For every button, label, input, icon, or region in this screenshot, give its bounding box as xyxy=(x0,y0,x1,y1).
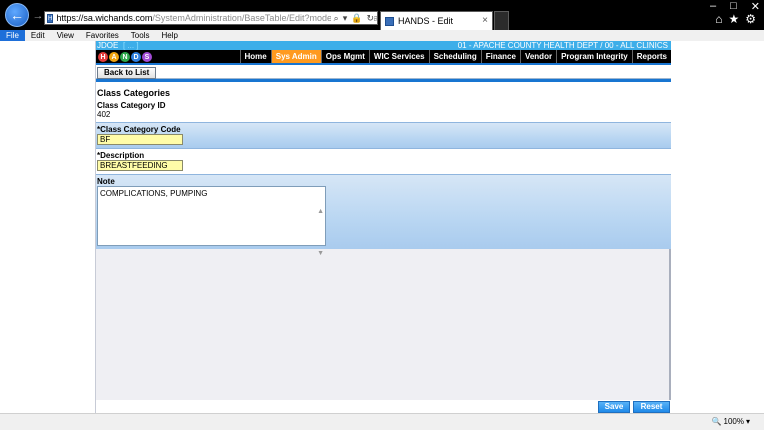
scroll-down-icon[interactable]: ▼ xyxy=(317,233,324,275)
logo-letter: S xyxy=(142,52,152,62)
zoom-control[interactable]: 🔍 100% ▾ xyxy=(712,417,750,426)
description-row: *Description BREASTFEEDING xyxy=(96,148,671,174)
footer-strip xyxy=(96,400,671,413)
clinic-name: 01 - APACHE COUNTY HEALTH DEPT / 00 - AL… xyxy=(457,41,668,50)
zoom-level: 100% xyxy=(723,417,744,426)
nav-home[interactable]: Home xyxy=(239,50,271,63)
page-toolbar: Back to List xyxy=(96,65,671,79)
status-bar: 🔍 100% ▾ xyxy=(0,413,764,430)
favorites-star-icon[interactable]: ★ xyxy=(728,12,739,26)
nav-reports[interactable]: Reports xyxy=(631,50,671,63)
save-button[interactable]: Save xyxy=(598,401,630,413)
new-tab-button[interactable] xyxy=(494,11,509,30)
record-header: Class Categories Class Category ID 402 xyxy=(96,82,671,122)
note-label: Note xyxy=(97,177,115,186)
site-favicon-icon: H xyxy=(47,13,54,23)
lock-icon[interactable]: 🔒 xyxy=(351,13,362,24)
logo-letter: H xyxy=(98,52,108,62)
scroll-up-icon[interactable]: ▲ xyxy=(317,191,324,233)
textarea-scrollbar[interactable]: ▲ ▼ xyxy=(317,191,324,257)
nav-scheduling[interactable]: Scheduling xyxy=(428,50,481,63)
nav-ops-mgmt[interactable]: Ops Mgmt xyxy=(320,50,369,63)
search-icon[interactable]: ⌕ xyxy=(334,13,339,24)
hands-logo: H A N D S xyxy=(98,50,158,64)
dropdown-icon[interactable]: ▾ xyxy=(343,13,348,24)
note-row: Note COMPLICATIONS, PUMPING ▲ ▼ xyxy=(96,174,671,257)
tab-close-icon[interactable]: × xyxy=(482,15,488,26)
class-category-id-label: Class Category ID xyxy=(97,101,166,110)
user-strip: JDOE [ ... ] 01 - APACHE COUNTY HEALTH D… xyxy=(96,41,671,50)
logo-letter: A xyxy=(109,52,119,62)
address-bar[interactable]: H https://sa.wichands.com/SystemAdminist… xyxy=(44,11,378,25)
code-row: *Class Category Code BF xyxy=(96,122,671,148)
menu-bar: File Edit View Favorites Tools Help xyxy=(0,30,764,41)
tab-favicon-icon xyxy=(385,16,394,26)
main-nav: Home Sys Admin Ops Mgmt WIC Services Sch… xyxy=(96,50,671,63)
settings-gear-icon[interactable]: ⚙ xyxy=(745,12,756,26)
zoom-icon: 🔍 xyxy=(711,417,722,426)
app-container: JDOE [ ... ] 01 - APACHE COUNTY HEALTH D… xyxy=(95,41,671,413)
menu-edit[interactable]: Edit xyxy=(25,30,51,41)
chevron-down-icon[interactable]: ▾ xyxy=(746,417,750,426)
browser-chrome: ← → H https://sa.wichands.com/SystemAdmi… xyxy=(0,0,764,30)
nav-vendor[interactable]: Vendor xyxy=(519,50,556,63)
user-links[interactable]: [ ... ] xyxy=(123,41,139,50)
menu-tools[interactable]: Tools xyxy=(125,30,156,41)
refresh-icon[interactable]: ↻ xyxy=(366,13,374,24)
class-category-code-label: *Class Category Code xyxy=(97,125,181,134)
note-textarea[interactable]: COMPLICATIONS, PUMPING ▲ ▼ xyxy=(97,186,326,257)
nav-sys-admin[interactable]: Sys Admin xyxy=(270,50,321,63)
menu-view[interactable]: View xyxy=(51,30,80,41)
logo-letter: N xyxy=(120,52,130,62)
home-icon[interactable]: ⌂ xyxy=(715,12,722,26)
class-category-code-input[interactable]: BF xyxy=(97,134,183,145)
back-to-list-button[interactable]: Back to List xyxy=(97,67,157,79)
note-text: COMPLICATIONS, PUMPING xyxy=(100,189,208,198)
browser-tab[interactable]: HANDS - Edit × xyxy=(380,11,493,30)
menu-help[interactable]: Help xyxy=(155,30,183,41)
menu-favorites[interactable]: Favorites xyxy=(80,30,125,41)
nav-finance[interactable]: Finance xyxy=(480,50,520,63)
nav-wic-services[interactable]: WIC Services xyxy=(368,50,429,63)
url-host: https://sa.wichands.com xyxy=(56,13,153,23)
user-name: JDOE xyxy=(97,41,119,50)
page-title: Class Categories xyxy=(97,88,171,98)
logo-letter: D xyxy=(131,52,141,62)
description-input[interactable]: BREASTFEEDING xyxy=(97,160,183,171)
class-category-id-value: 402 xyxy=(97,110,111,119)
nav-program-integrity[interactable]: Program Integrity xyxy=(556,50,632,63)
description-label: *Description xyxy=(97,151,145,160)
tab-title: HANDS - Edit xyxy=(398,16,454,26)
forward-arrow-icon[interactable]: → xyxy=(31,9,45,23)
reset-button[interactable]: Reset xyxy=(633,401,670,413)
back-arrow-icon[interactable]: ← xyxy=(5,3,29,27)
menu-file[interactable]: File xyxy=(0,30,25,41)
